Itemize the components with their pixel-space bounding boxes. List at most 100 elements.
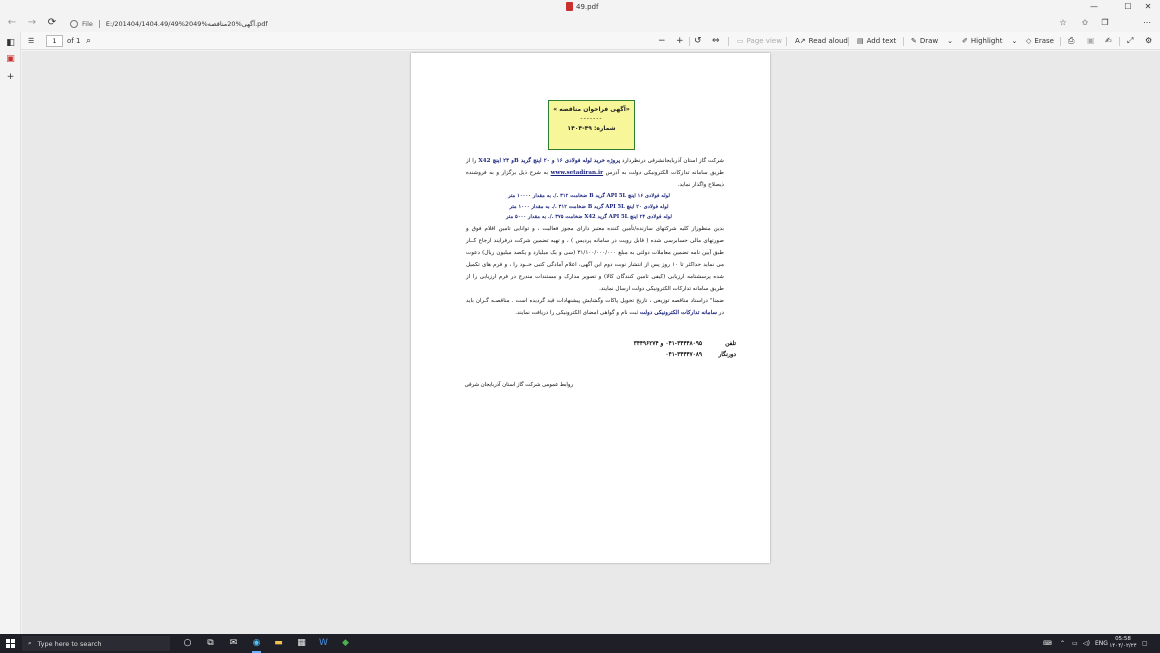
taskbar-clock[interactable]: 05:58 ۱۴۰۴/۰۲/۲۴	[1108, 636, 1138, 650]
erase-button[interactable]: ◇ Erase	[1026, 35, 1054, 47]
address-divider	[98, 19, 100, 28]
start-windows-icon[interactable]	[6, 639, 15, 648]
notice-header-box: «آگهی فراخوان مناقصه » ------- شماره: ۴۹…	[548, 100, 635, 150]
new-tab-plus-icon[interactable]: +	[5, 72, 16, 83]
word-icon[interactable]: W	[317, 637, 330, 650]
address-scheme-label: File	[82, 19, 93, 28]
mail-icon[interactable]: ✉	[227, 637, 240, 650]
save-icon[interactable]: ▣	[1087, 35, 1095, 47]
draw-button[interactable]: ✎ Draw ⌄	[911, 35, 953, 47]
fit-page-button[interactable]: ⇔	[712, 35, 720, 47]
address-url[interactable]: E:/201404/1404.49/49%20آگهی%20مناقصه%49.…	[106, 20, 268, 28]
tab-actions-icon[interactable]: ◧	[5, 38, 16, 49]
toolbar-divider	[848, 37, 849, 46]
close-button[interactable]: ✕	[1140, 1, 1156, 13]
keyboard-icon[interactable]: ⌨	[1043, 639, 1052, 649]
save-as-icon[interactable]: ✍	[1105, 35, 1112, 47]
notice-number: شماره: ۴۹-۱۴۰۴	[567, 125, 616, 132]
draw-dropdown-chevron-icon[interactable]: ⌄	[947, 35, 953, 47]
network-icon[interactable]: ▭	[1072, 639, 1078, 649]
add-text-button[interactable]: ▤ Add text	[857, 35, 896, 47]
list-item: لوله فولادی ۲۰ اینچ API 5L گرید B ضخامت …	[509, 203, 669, 210]
more-menu-icon[interactable]: ⋯	[1142, 18, 1152, 28]
cortana-icon[interactable]: ○	[181, 637, 194, 650]
pdf-tab-icon[interactable]: ▣	[5, 54, 16, 65]
volume-icon[interactable]: ◁)	[1083, 639, 1090, 649]
favorites-icon[interactable]: ✩	[1080, 18, 1090, 28]
read-aloud-button[interactable]: A↗ Read aloud	[795, 35, 848, 47]
item-list: لوله فولادی ۱۶ اینچ API 5L گرید B ضخامت …	[466, 191, 724, 223]
maximize-button[interactable]: ☐	[1120, 1, 1136, 13]
phone-value: ۰۴۱-۳۴۴۴۸۰۹۵ و ۳۴۴۹۶۲۷۴	[633, 341, 702, 347]
edge-browser-icon[interactable]: ◉	[250, 637, 263, 653]
add-text-label: Add text	[866, 37, 897, 45]
para1-text: شرکت گاز استان آذربایجانشرقی درنظردارد	[620, 158, 724, 164]
page-view-icon: ▭	[737, 37, 744, 45]
fax-row: دورنگار ۰۴۱-۳۴۴۴۷۰۸۹	[621, 350, 736, 361]
toolbar-divider	[1119, 37, 1120, 46]
toolbar-divider	[786, 37, 787, 46]
settings-gear-icon[interactable]: ⚙	[1145, 35, 1152, 47]
site-info-icon[interactable]	[70, 19, 78, 28]
page-total-label: of 1	[67, 37, 81, 45]
print-icon[interactable]: ⎙	[1068, 35, 1074, 47]
refresh-button[interactable]: ⟳	[45, 17, 59, 29]
language-indicator[interactable]: ENG	[1095, 639, 1108, 649]
zoom-in-button[interactable]: +	[676, 35, 684, 47]
app-icon[interactable]: ◆	[339, 637, 352, 650]
add-text-icon: ▤	[857, 37, 864, 45]
page-number-input[interactable]: 1	[46, 35, 63, 47]
highlight-button[interactable]: ✐ Highlight ⌄	[962, 35, 1017, 47]
forward-button[interactable]: →	[25, 17, 39, 29]
file-explorer-icon[interactable]: ▬	[272, 637, 285, 650]
paragraph-intro: شرکت گاز استان آذربایجانشرقی درنظردارد پ…	[466, 155, 724, 191]
address-bar[interactable]: File E:/201404/1404.49/49%20آگهی%20مناقص…	[70, 17, 1070, 30]
minimize-button[interactable]: —	[1086, 1, 1102, 13]
window-title: 49.pdf	[566, 2, 598, 11]
read-aloud-label: Read aloud	[808, 37, 848, 45]
taskbar-search-placeholder: Type here to search	[37, 639, 102, 648]
page-view-button[interactable]: ▭ Page view	[737, 35, 782, 47]
page-view-label: Page view	[746, 37, 782, 45]
notice-title: «آگهی فراخوان مناقصه »	[553, 106, 630, 113]
tray-chevron-up-icon[interactable]: ⌃	[1060, 639, 1065, 649]
notice-dashes: -------	[580, 115, 603, 122]
eraser-icon: ◇	[1026, 37, 1032, 45]
list-item: لوله فولادی ۱۶ اینچ API 5L گرید B ضخامت …	[508, 193, 670, 199]
phone-row: تلفن ۰۴۱-۳۴۴۴۸۰۹۵ و ۳۴۴۹۶۲۷۴	[621, 339, 736, 350]
fax-value: ۰۴۱-۳۴۴۴۷۰۸۹	[665, 352, 702, 358]
notice-body: شرکت گاز استان آذربایجانشرقی درنظردارد پ…	[466, 155, 724, 319]
rotate-button[interactable]: ↺	[694, 35, 702, 47]
project-title: پروژه خرید لوله فولادی ۱۶ و ۲۰ اینچ گرید…	[478, 158, 621, 164]
collections-icon[interactable]: ❐	[1100, 18, 1110, 28]
paragraph-invitation: بدین منظوراز کلیه شرکتهای سازنده/تأمین ک…	[466, 225, 725, 292]
windows-taskbar: ⌕ Type here to search ○ ⧉ ✉ ◉ ▬ ▦ W ◆ ⌨ …	[0, 634, 1160, 653]
favorites-add-icon[interactable]: ☆	[1058, 18, 1068, 28]
draw-icon: ✎	[911, 37, 917, 45]
toolbar-divider	[728, 37, 729, 46]
toolbar-divider	[1060, 37, 1061, 46]
window-title-text: 49.pdf	[576, 2, 599, 11]
setadiran-link[interactable]: www.setadiran.ir	[551, 170, 603, 176]
pdf-toolbar: ☰ 1 of 1 ⌕ − + ↺ ⇔ ▭ Page view A↗ Read a…	[0, 32, 1160, 50]
list-item: لوله فولادی ۲۴ اینچ API 5L گرید X42 ضخام…	[506, 214, 672, 220]
toolbar-divider	[903, 37, 904, 46]
procurement-system-name: سامانه تدارکات الکترونیکی دولت	[639, 309, 718, 316]
expand-icon[interactable]: ⤢	[1127, 35, 1133, 47]
zoom-out-button[interactable]: −	[658, 35, 666, 47]
pdf-page[interactable]: «آگهی فراخوان مناقصه » ------- شماره: ۴۹…	[411, 53, 770, 563]
erase-label: Erase	[1034, 37, 1054, 45]
highlight-dropdown-chevron-icon[interactable]: ⌄	[1011, 35, 1017, 47]
paragraph-registration: ضمنا" دراسناد مناقصه توزیعی ، تاریخ تحوی…	[466, 295, 724, 319]
browser-address-row: ← → ⟳ File E:/201404/1404.49/49%20آگهی%2…	[0, 14, 1160, 42]
search-icon[interactable]: ⌕	[86, 35, 91, 47]
taskbar-search-box[interactable]: ⌕ Type here to search	[22, 636, 170, 651]
contents-icon[interactable]: ☰	[28, 35, 34, 47]
contact-block: تلفن ۰۴۱-۳۴۴۴۸۰۹۵ و ۳۴۴۹۶۲۷۴ دورنگار ۰۴۱…	[621, 339, 736, 361]
fax-label: دورنگار	[718, 352, 736, 358]
back-button[interactable]: ←	[5, 17, 19, 29]
task-view-icon[interactable]: ⧉	[204, 637, 217, 650]
para3-text-2: ثبت نام و گواهی امضای الکترونیکی را دریا…	[515, 309, 640, 316]
store-icon[interactable]: ▦	[295, 637, 308, 650]
notifications-icon[interactable]: ▢	[1142, 639, 1148, 649]
